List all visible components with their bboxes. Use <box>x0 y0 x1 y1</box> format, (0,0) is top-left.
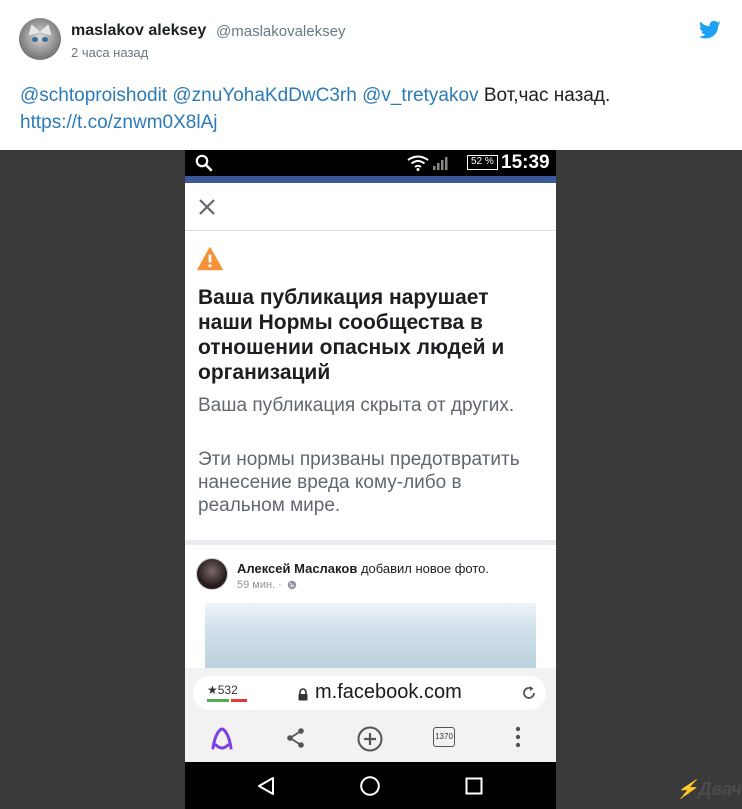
post-author: Алексей Маслаков <box>237 561 358 576</box>
tweet-text: @schtoproishodit @znuYohaKdDwC3rh @v_tre… <box>20 82 720 136</box>
notice-title: Ваша публикация нарушает наши Нормы сооб… <box>198 286 505 384</box>
phone-screenshot: 52 % 15:39 Ваша публикация нарушает наши… <box>185 150 556 809</box>
site-rating: ★532 <box>207 683 238 697</box>
battery-indicator: 52 % <box>467 155 498 170</box>
post-header: Алексей Маслаков добавил новое фото. <box>237 561 547 576</box>
facebook-header-bar <box>185 176 556 183</box>
warning-icon <box>197 247 223 271</box>
post-action: добавил новое фото. <box>360 561 490 576</box>
tweet-header: maslakov aleksey @maslakovaleksey 2 часа… <box>0 0 742 150</box>
mention-link[interactable]: @znuYohaKdDwC3rh <box>172 85 356 106</box>
rating-bars <box>207 699 247 702</box>
share-icon[interactable] <box>286 727 306 749</box>
android-nav-bar <box>185 762 556 809</box>
user-handle[interactable]: @maslakovaleksey <box>216 23 345 40</box>
mention-link[interactable]: @v_tretyakov <box>362 85 478 106</box>
browser-toolbar: 1370 <box>185 718 556 762</box>
post-time: 59 мин. · <box>237 579 282 591</box>
post-photo <box>205 603 536 673</box>
tweet-body-text: Вот,час назад. <box>483 85 611 106</box>
wifi-icon <box>407 155 429 171</box>
close-icon[interactable] <box>197 197 217 217</box>
post-meta: 59 мин. · <box>237 579 297 591</box>
twitter-bird-icon[interactable] <box>699 20 721 40</box>
alice-assistant-icon[interactable] <box>209 726 235 752</box>
back-icon[interactable] <box>257 776 275 796</box>
section-divider <box>185 540 556 545</box>
status-bar: 52 % 15:39 <box>185 150 556 176</box>
user-name[interactable]: maslakov aleksey <box>71 22 206 40</box>
lock-icon <box>298 688 308 701</box>
url-text: m.facebook.com <box>315 681 462 703</box>
browser-url-bar: ★532 m.facebook.com <box>185 668 556 718</box>
more-menu-icon[interactable] <box>515 726 521 748</box>
search-icon <box>195 154 213 172</box>
home-icon[interactable] <box>359 775 381 797</box>
post-author-avatar <box>196 558 228 590</box>
avatar[interactable] <box>19 18 61 60</box>
status-clock: 15:39 <box>501 152 550 173</box>
tweet-media[interactable]: 52 % 15:39 Ваша публикация нарушает наши… <box>0 150 742 809</box>
notice-subtitle: Ваша публикация скрыта от других. <box>198 395 515 416</box>
close-row <box>185 183 556 231</box>
tabs-counter-button[interactable]: 1370 <box>433 727 455 747</box>
reload-icon[interactable] <box>521 685 537 701</box>
mention-link[interactable]: @schtoproishodit <box>20 85 167 106</box>
url-field[interactable]: ★532 m.facebook.com <box>193 676 546 710</box>
tweet-timestamp[interactable]: 2 часа назад <box>71 45 148 60</box>
recents-icon[interactable] <box>465 777 483 795</box>
globe-icon <box>287 580 297 590</box>
notice-description: Эти нормы призваны предотвратить нанесен… <box>198 449 520 516</box>
watermark: ⚡Двач <box>676 779 742 799</box>
signal-icon <box>433 157 448 170</box>
new-tab-icon[interactable] <box>356 725 384 753</box>
tweet-url-link[interactable]: https://t.co/znwm0X8lAj <box>20 112 217 133</box>
